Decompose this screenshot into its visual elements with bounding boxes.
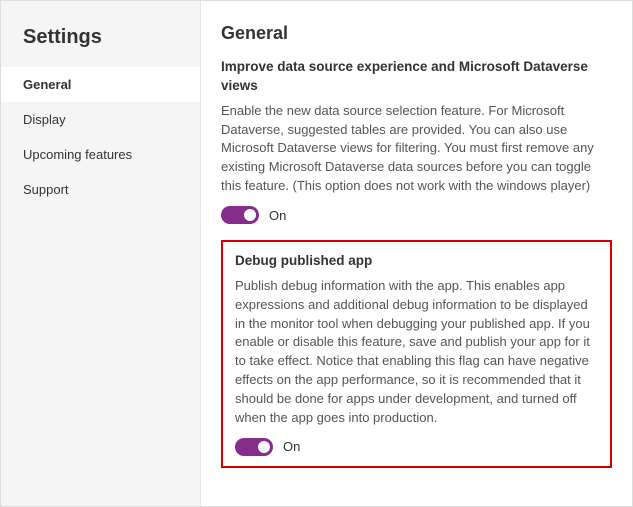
setting-improve-data-source: Improve data source experience and Micro…: [221, 58, 612, 224]
sidebar-item-general[interactable]: General: [1, 67, 200, 102]
sidebar-item-support[interactable]: Support: [1, 172, 200, 207]
content-panel: General Improve data source experience a…: [201, 1, 632, 506]
sidebar-item-upcoming-features[interactable]: Upcoming features: [1, 137, 200, 172]
page-title: General: [221, 23, 612, 44]
setting-debug-published-app: Debug published app Publish debug inform…: [235, 252, 598, 456]
setting-description: Publish debug information with the app. …: [235, 277, 598, 428]
sidebar-item-label: Upcoming features: [23, 147, 132, 162]
sidebar: Settings General Display Upcoming featur…: [1, 1, 201, 506]
toggle-knob-icon: [258, 441, 270, 453]
sidebar-item-label: Display: [23, 112, 66, 127]
toggle-state-label: On: [269, 208, 286, 223]
setting-heading: Improve data source experience and Micro…: [221, 58, 612, 96]
toggle-debug-published-app[interactable]: [235, 438, 273, 456]
toggle-row: On: [235, 438, 598, 456]
toggle-knob-icon: [244, 209, 256, 221]
sidebar-title: Settings: [1, 26, 200, 67]
toggle-state-label: On: [283, 439, 300, 454]
sidebar-item-display[interactable]: Display: [1, 102, 200, 137]
settings-dialog: Settings General Display Upcoming featur…: [0, 0, 633, 507]
highlight-box: Debug published app Publish debug inform…: [221, 240, 612, 468]
setting-heading: Debug published app: [235, 252, 598, 271]
sidebar-item-label: Support: [23, 182, 69, 197]
sidebar-item-label: General: [23, 77, 71, 92]
toggle-row: On: [221, 206, 612, 224]
toggle-improve-data-source[interactable]: [221, 206, 259, 224]
setting-description: Enable the new data source selection fea…: [221, 102, 612, 196]
